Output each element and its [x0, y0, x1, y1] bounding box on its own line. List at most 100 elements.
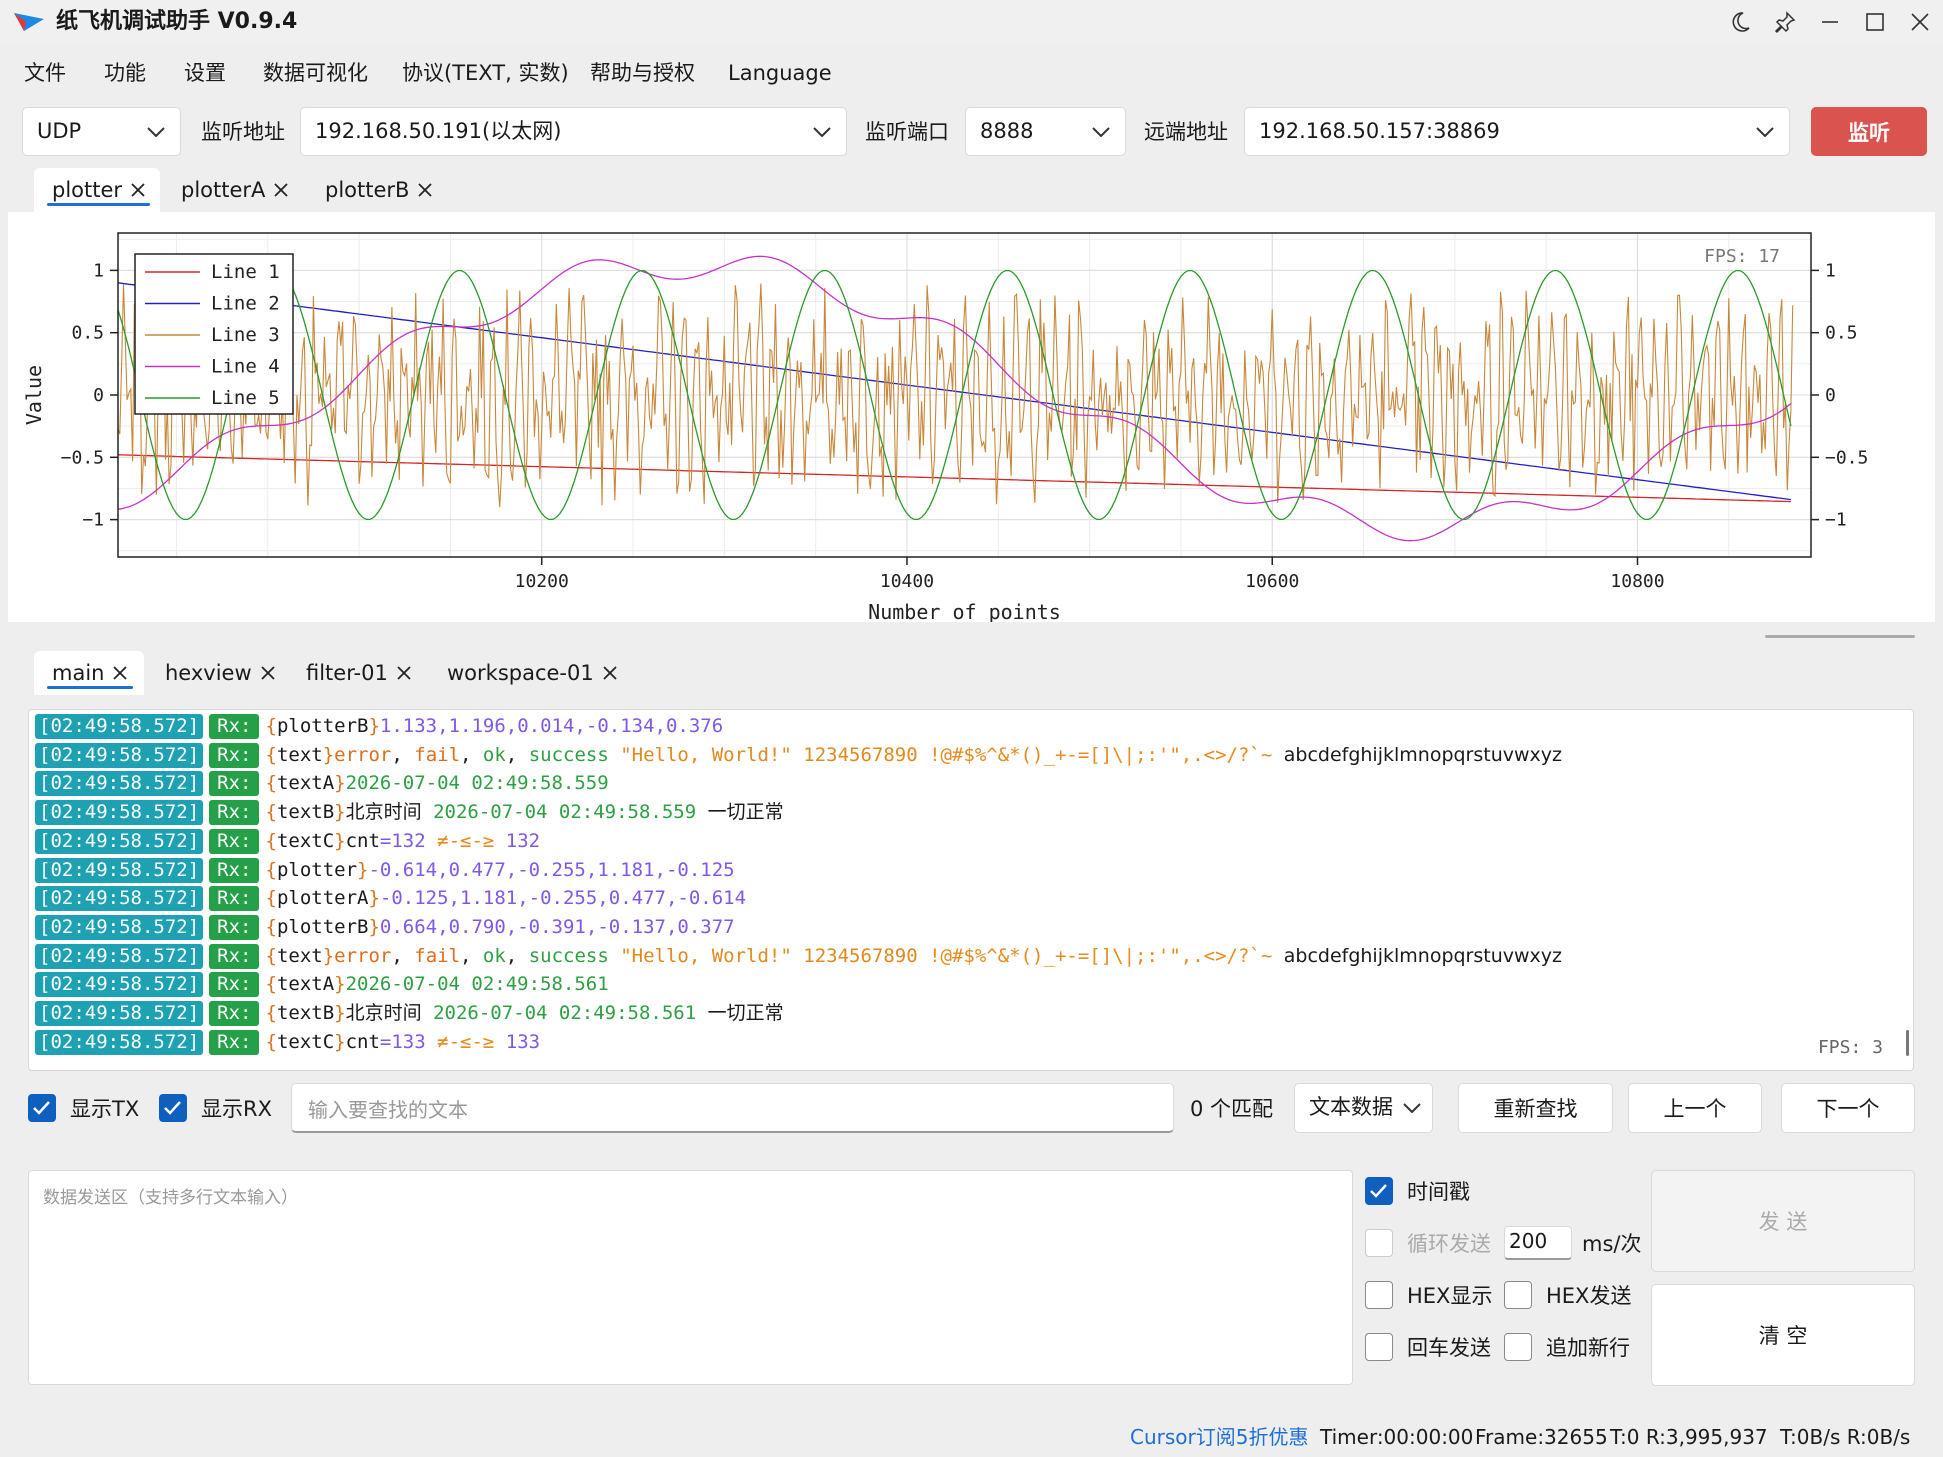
value: 1.196 [448, 715, 506, 737]
line-tag: plotterB [276, 715, 369, 737]
menu-file[interactable]: 文件 [24, 58, 66, 88]
line-tag: textA [276, 973, 335, 996]
tab-workspace-01[interactable]: workspace-01 [447, 658, 620, 688]
rx-badge: Rx: [209, 943, 260, 969]
line-tag: textA [276, 772, 335, 795]
tab-plottera[interactable]: plotterA [181, 175, 291, 205]
close-icon[interactable] [415, 180, 435, 200]
close-icon[interactable] [258, 663, 278, 683]
timestamp-label: 时间戳 [1407, 1180, 1470, 1204]
loop-send-checkbox[interactable] [1365, 1229, 1393, 1257]
symbols: ≠-≤-≥ [437, 1030, 495, 1053]
value: 1.181 [460, 887, 518, 910]
menu-help[interactable]: 帮助与授权 [590, 58, 695, 88]
value: -0.614 [677, 887, 747, 910]
tab-main[interactable]: main [52, 658, 130, 688]
menu-protocol[interactable]: 协议(TEXT, 实数) [402, 58, 569, 88]
send-button[interactable]: 发 送 [1651, 1170, 1915, 1272]
close-icon[interactable] [110, 663, 130, 683]
quoted-string: "Hello, World!" [620, 743, 792, 766]
chevron-down-icon [1755, 108, 1775, 155]
listen-address-select[interactable]: 192.168.50.191(以太网) [300, 107, 847, 156]
interval-input[interactable]: 200 [1504, 1226, 1572, 1260]
menu-function[interactable]: 功能 [104, 58, 146, 88]
rx-badge: Rx: [209, 972, 260, 998]
hex-send-checkbox[interactable] [1504, 1281, 1532, 1309]
tab-filter-01[interactable]: filter-01 [306, 658, 414, 688]
window-title: 纸飞机调试助手 V0.9.4 [56, 9, 298, 34]
enter-send-checkbox[interactable] [1365, 1333, 1393, 1361]
menu-settings[interactable]: 设置 [184, 58, 226, 88]
value: 0.376 [665, 715, 724, 737]
line-chart[interactable]: 10200 10400 10600 10800 1 1 0.5 0.5 0 0 −0.5 −0.5 −1… [8, 212, 1935, 624]
word: error [334, 944, 392, 967]
tab-plotter[interactable]: plotter [52, 175, 148, 205]
listen-port-select[interactable]: 8888 [965, 107, 1126, 156]
value: 1.181 [597, 858, 655, 881]
rx-badge: Rx: [209, 857, 260, 883]
close-icon[interactable] [600, 663, 620, 683]
line-tag: plotterB [276, 915, 369, 938]
promo-link[interactable]: Cursor订阅5折优惠 [1130, 1422, 1308, 1452]
close-icon[interactable] [1908, 10, 1932, 34]
timestamp-badge: [02:49:58.572] [35, 1029, 204, 1055]
search-mode-select[interactable]: 文本数据 [1294, 1083, 1433, 1133]
timestamp-badge: [02:49:58.572] [35, 857, 204, 883]
line-tag: textC [276, 829, 335, 852]
listen-button[interactable]: 监听 [1811, 107, 1927, 156]
value: -0.255 [517, 858, 586, 881]
datetime: 2026-07-04 02:49:58.559 [345, 772, 609, 795]
timestamp-checkbox[interactable] [1365, 1177, 1393, 1205]
pin-icon[interactable] [1773, 10, 1797, 34]
hex-display-label: HEX显示 [1407, 1284, 1493, 1308]
tab-plotterb[interactable]: plotterB [325, 175, 435, 205]
word: ok [482, 743, 506, 766]
log-line: [02:49:58.572] Rx: {textB}北京时间 2026-07-04 … [35, 999, 1883, 1027]
y-axis-label: Value [22, 365, 46, 425]
count: 133 [505, 1030, 541, 1053]
prev-button[interactable]: 上一个 [1628, 1083, 1762, 1133]
menu-language[interactable]: Language [728, 58, 832, 88]
status-bar: Cursor订阅5折优惠 Timer:00:00:00 Frame:32655 … [0, 1420, 1943, 1457]
value: 0.664 [379, 915, 438, 938]
search-input[interactable]: 输入要查找的文本 [291, 1083, 1174, 1133]
plot-splitter-handle[interactable] [1765, 635, 1915, 638]
prefix: 北京时间 [345, 801, 422, 824]
next-button[interactable]: 下一个 [1781, 1083, 1915, 1133]
log-fps: FPS: 3 [1817, 1037, 1883, 1058]
listen-port-label: 监听端口 [865, 120, 949, 144]
maximize-icon[interactable] [1863, 10, 1887, 34]
show-tx-checkbox[interactable] [28, 1094, 56, 1122]
menu-visualization[interactable]: 数据可视化 [263, 58, 368, 88]
close-icon[interactable] [394, 663, 414, 683]
hex-display-checkbox[interactable] [1365, 1281, 1393, 1309]
log-scrollbar[interactable] [1906, 1030, 1909, 1056]
word: ok [482, 944, 506, 967]
close-icon[interactable] [271, 180, 291, 200]
rx-badge: Rx: [209, 1029, 260, 1055]
remote-address-select[interactable]: 192.168.50.157:38869 [1244, 107, 1790, 156]
research-button[interactable]: 重新查找 [1458, 1083, 1613, 1133]
append-newline-checkbox[interactable] [1504, 1333, 1532, 1361]
y-tick-label-right: 0.5 [1825, 323, 1858, 344]
status-counts: T:0 R:3,995,937 [1610, 1425, 1768, 1449]
clear-button[interactable]: 清 空 [1651, 1284, 1915, 1386]
send-textarea[interactable]: 数据发送区（支持多行文本输入） [28, 1170, 1353, 1385]
listen-address-label: 监听地址 [201, 120, 285, 144]
log-line: [02:49:58.572] Rx: {text}error, fail, ok, … [35, 741, 1883, 769]
word: success [528, 743, 609, 766]
minimize-icon[interactable] [1818, 10, 1842, 34]
theme-moon-icon[interactable] [1728, 10, 1752, 34]
rx-badge: Rx: [209, 800, 260, 826]
protocol-select[interactable]: UDP [22, 107, 181, 156]
value: 0.014 [517, 715, 575, 737]
close-icon[interactable] [128, 180, 148, 200]
show-rx-checkbox[interactable] [159, 1094, 187, 1122]
log-view[interactable]: [02:49:58.572] Rx: {plotterB}1.133,1.196,0… [28, 709, 1914, 1071]
active-tab-underline [47, 686, 133, 689]
log-line: [02:49:58.572] Rx: {textB}北京时间 2026-07-04 … [35, 798, 1883, 826]
interval-unit: ms/次 [1582, 1232, 1642, 1256]
tab-hexview[interactable]: hexview [165, 658, 278, 688]
quoted-string: "Hello, World!" [620, 944, 792, 967]
value: -0.125 [379, 887, 449, 910]
